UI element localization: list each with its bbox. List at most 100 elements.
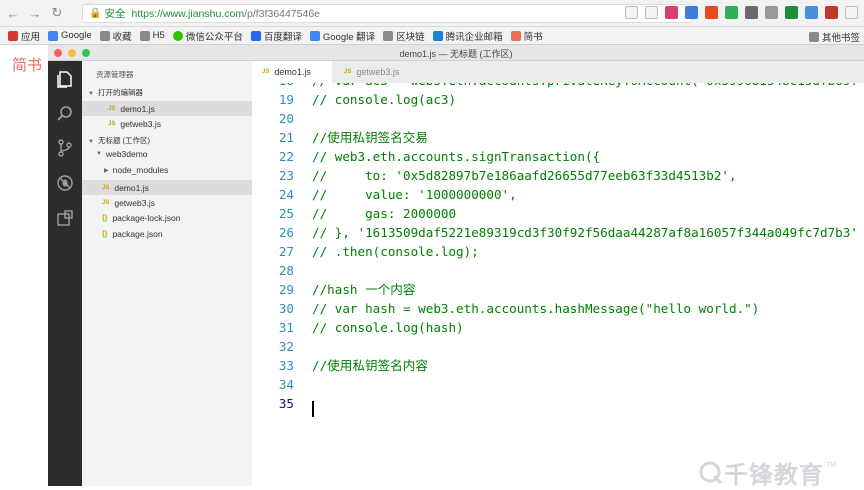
jianshu-logo[interactable]: 简书 <box>12 54 42 75</box>
forward-icon[interactable]: → <box>26 4 44 22</box>
mail-icon <box>432 30 443 41</box>
open-editor-getweb3[interactable]: JS getweb3.js <box>108 119 161 129</box>
file-demo1[interactable]: JS demo1.js <box>82 180 252 195</box>
bookmark-label: 收藏 <box>112 31 132 43</box>
code-line[interactable]: 19 // console.log(ac3) <box>252 90 864 109</box>
bookmarks-bar: 应用 Google 收藏 H5 微信公众平台 百度翻译 Google 翻译 区块… <box>0 27 864 45</box>
open-editors-section[interactable]: ▼ 打开的编辑器 <box>88 87 143 98</box>
extension-icon[interactable] <box>805 6 818 19</box>
address-bar[interactable]: 🔒 安全 https://www.jianshu.com /p/f3f36447… <box>82 4 692 23</box>
folder-label: node_modules <box>112 165 169 175</box>
folder-node-modules[interactable]: ▶ node_modules <box>104 165 168 175</box>
wechat-icon <box>172 30 183 41</box>
code-line[interactable]: 27 // .then(console.log); <box>252 242 864 261</box>
extensions-icon[interactable] <box>56 209 74 227</box>
file-label: demo1.js <box>114 182 149 193</box>
code-text: //使用私钥签名交易 <box>312 130 428 145</box>
extension-icon[interactable] <box>705 6 718 19</box>
open-editor-demo1[interactable]: JS demo1.js <box>82 101 252 116</box>
editor-tabs: JS demo1.js JS getweb3.js <box>252 61 864 83</box>
web-page-background <box>0 45 48 486</box>
menu-icon[interactable] <box>845 6 858 19</box>
chevron-right-icon: ▶ <box>104 167 109 174</box>
bookmark-apps[interactable]: 应用 <box>8 29 40 43</box>
code-line[interactable]: 29 //hash 一个内容 <box>252 280 864 299</box>
js-file-icon: JS <box>102 184 110 191</box>
extension-icons <box>625 6 858 19</box>
code-line[interactable]: 23 // to: '0x5d82897b7e186aafd26655d77eeb… <box>252 166 864 185</box>
extension-icon[interactable] <box>665 6 678 19</box>
bookmark-other[interactable]: 其他书签 <box>808 30 860 44</box>
line-number: 24 <box>278 187 294 202</box>
extension-icon[interactable] <box>745 6 758 19</box>
folder-web3demo[interactable]: ▼ web3demo <box>96 149 148 159</box>
bookmark-folder-h5[interactable]: H5 <box>139 30 165 41</box>
code-line[interactable]: 35 <box>252 394 864 413</box>
chevron-down-icon: ▼ <box>88 91 94 97</box>
folder-label: web3demo <box>105 149 148 159</box>
bookmark-google[interactable]: Google <box>48 30 92 41</box>
code-line[interactable]: 22 // web3.eth.accounts.signTransaction({ <box>252 147 864 166</box>
code-line[interactable]: 26 // }, '1613509daf5221e89319cd3f30f92f5… <box>252 223 864 242</box>
code-text: //hash 一个内容 <box>312 282 416 297</box>
tab-label: demo1.js <box>274 67 311 77</box>
search-icon[interactable] <box>56 105 74 123</box>
tab-demo1[interactable]: JS demo1.js <box>252 61 332 83</box>
file-label: package-lock.json <box>112 213 181 223</box>
qianfeng-logo-icon <box>699 461 723 484</box>
js-file-icon: JS <box>102 200 110 206</box>
bookmark-label: H5 <box>152 30 165 41</box>
code-line[interactable]: 28 <box>252 261 864 280</box>
code-line[interactable]: 34 <box>252 375 864 394</box>
reload-icon[interactable]: ↻ <box>48 4 66 22</box>
code-line[interactable]: 30 // var hash = web3.eth.accounts.hashMe… <box>252 299 864 318</box>
file-label: demo1.js <box>120 103 155 114</box>
code-line[interactable]: 31 // console.log(hash) <box>252 318 864 337</box>
watermark: 千锋教育 TM <box>698 455 836 490</box>
baidu-icon <box>250 30 261 41</box>
tab-getweb3[interactable]: JS getweb3.js <box>334 61 430 83</box>
code-text: // gas: 2000000 <box>312 206 457 221</box>
workspace-section[interactable]: ▼ 无标题 (工作区) <box>88 135 150 146</box>
code-line[interactable]: 24 // value: '1000000000', <box>252 185 864 204</box>
source-control-icon[interactable] <box>56 139 74 157</box>
back-icon[interactable]: ← <box>4 4 22 22</box>
bookmark-wechat[interactable]: 微信公众平台 <box>172 29 243 43</box>
search-icon[interactable] <box>625 6 638 19</box>
line-number: 23 <box>278 168 294 183</box>
explorer-icon[interactable] <box>56 70 74 88</box>
extension-icon[interactable] <box>825 6 838 19</box>
code-text: // to: '0x5d82897b7e186aafd26655d77eeb63… <box>312 168 737 183</box>
line-number: 27 <box>278 244 294 259</box>
bookmark-label: 百度翻译 <box>263 31 302 43</box>
bookmark-folder-blockchain[interactable]: 区块链 <box>383 29 425 43</box>
line-number: 34 <box>278 377 294 392</box>
bookmark-jianshu[interactable]: 简书 <box>510 29 543 43</box>
line-number: 19 <box>278 92 294 107</box>
file-getweb3[interactable]: JS getweb3.js <box>102 198 155 208</box>
debug-icon[interactable] <box>56 174 74 192</box>
code-line[interactable]: 25 // gas: 2000000 <box>252 204 864 223</box>
star-icon[interactable] <box>645 6 658 19</box>
bookmark-folder-favorites[interactable]: 收藏 <box>99 29 132 43</box>
bookmark-tencent-mail[interactable]: 腾讯企业邮箱 <box>432 29 503 43</box>
chevron-down-icon: ▼ <box>88 139 94 145</box>
extension-icon[interactable] <box>785 6 798 19</box>
file-package-lock[interactable]: {} package-lock.json <box>102 213 181 223</box>
line-number: 22 <box>278 149 294 164</box>
bookmark-baidu-translate[interactable]: 百度翻译 <box>250 29 302 43</box>
code-line[interactable]: 21 //使用私钥签名交易 <box>252 128 864 147</box>
bookmark-google-translate[interactable]: Google 翻译 <box>309 29 375 43</box>
google-icon <box>48 30 59 41</box>
code-line[interactable]: 18 // var ac3 = web3.eth.accounts.private… <box>252 83 864 90</box>
extension-icon[interactable] <box>725 6 738 19</box>
code-line[interactable]: 32 <box>252 337 864 356</box>
code-line[interactable]: 33 //使用私钥签名内容 <box>252 356 864 375</box>
file-package[interactable]: {} package.json <box>102 229 163 239</box>
extension-icon[interactable] <box>765 6 778 19</box>
code-line[interactable]: 20 <box>252 109 864 128</box>
line-number: 25 <box>278 206 294 221</box>
code-editor[interactable]: 18 // var ac3 = web3.eth.accounts.private… <box>252 83 864 486</box>
extension-icon[interactable] <box>685 6 698 19</box>
bookmark-label: Google <box>61 30 92 41</box>
